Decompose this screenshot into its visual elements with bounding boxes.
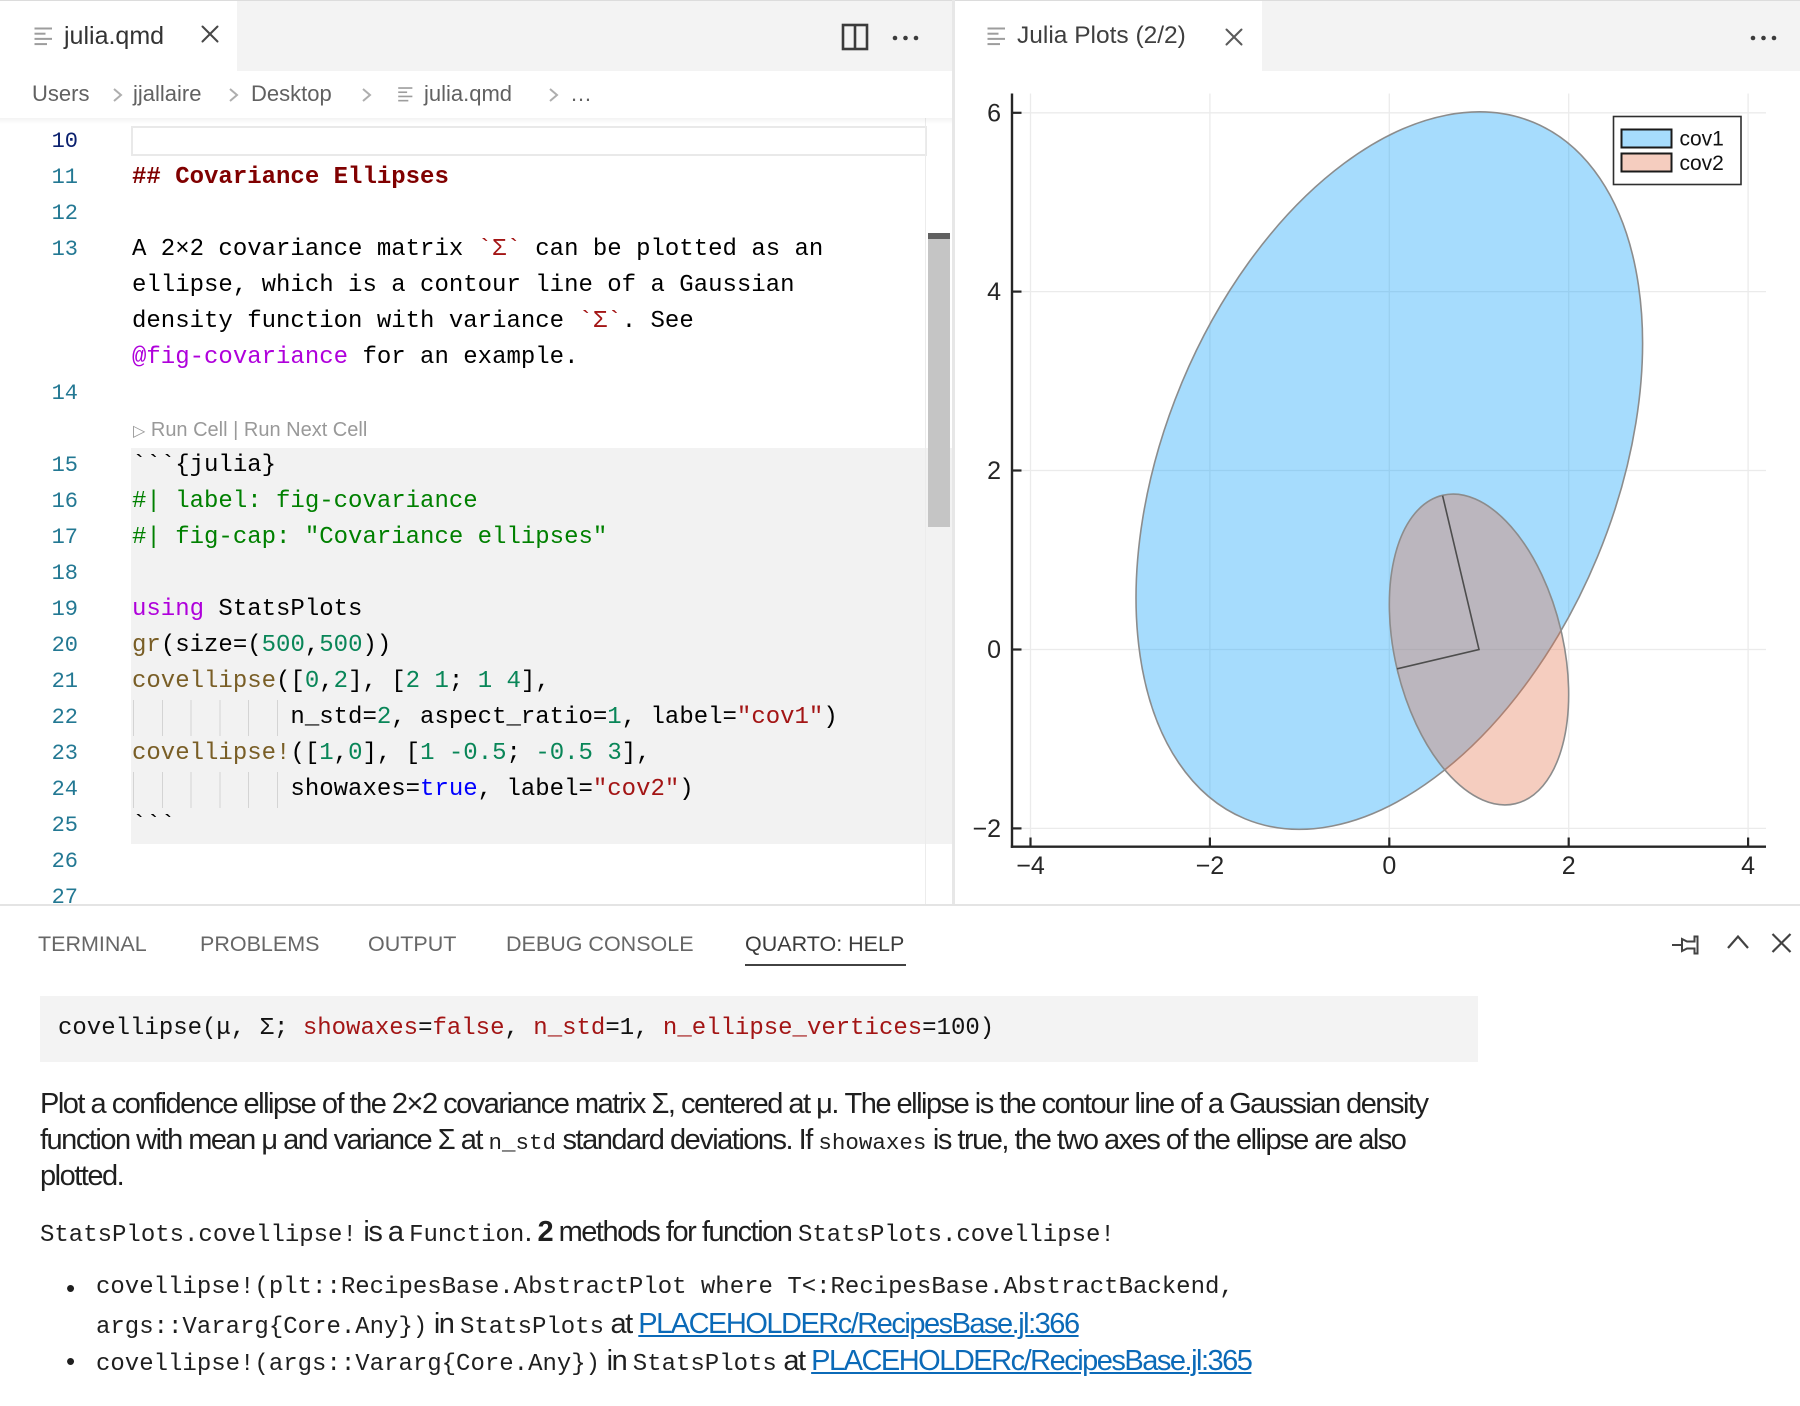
svg-text:−4: −4 bbox=[1016, 852, 1045, 880]
svg-text:−2: −2 bbox=[972, 815, 1001, 843]
svg-text:−2: −2 bbox=[1196, 852, 1225, 880]
svg-text:0: 0 bbox=[1382, 852, 1396, 880]
svg-text:cov2: cov2 bbox=[1680, 152, 1724, 175]
svg-text:cov1: cov1 bbox=[1680, 128, 1724, 151]
svg-text:6: 6 bbox=[987, 99, 1001, 127]
svg-text:2: 2 bbox=[987, 457, 1001, 485]
svg-text:4: 4 bbox=[987, 278, 1001, 306]
svg-text:4: 4 bbox=[1741, 852, 1755, 880]
svg-text:2: 2 bbox=[1562, 852, 1576, 880]
svg-text:0: 0 bbox=[987, 636, 1001, 664]
